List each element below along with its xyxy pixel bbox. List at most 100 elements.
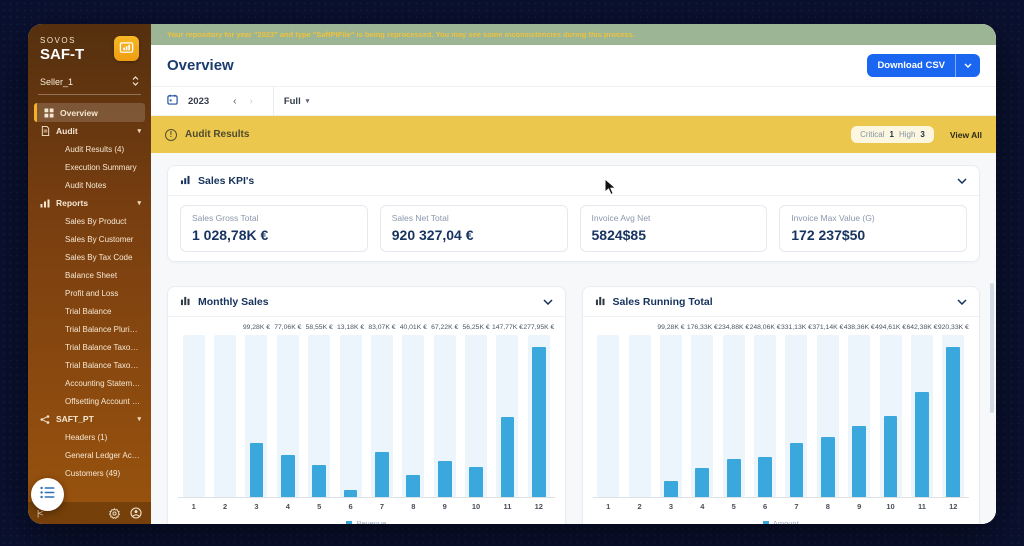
bar[interactable] (532, 347, 546, 497)
bar-column-3[interactable] (241, 333, 272, 497)
sidebar-item-saft-pt[interactable]: SAFT_PT▾ (28, 410, 151, 428)
prev-year-icon[interactable]: ‹ (233, 96, 236, 107)
x-axis-row: 123456789101112 (593, 498, 970, 515)
sidebar-item-headers-1[interactable]: Headers (1) (28, 428, 151, 446)
brand-company: SOVOS (40, 36, 84, 45)
sidebar-item-accounting-statement[interactable]: Accounting Statement (28, 374, 151, 392)
bar[interactable] (758, 457, 772, 497)
bar[interactable] (438, 461, 452, 497)
bar-column-2[interactable] (624, 333, 655, 497)
bar-column-8[interactable] (398, 333, 429, 497)
bar-column-6[interactable] (749, 333, 780, 497)
bar-column-10[interactable] (460, 333, 491, 497)
bar-column-9[interactable] (844, 333, 875, 497)
bar[interactable] (312, 465, 326, 497)
bar[interactable] (946, 347, 960, 497)
bar-column-4[interactable] (687, 333, 718, 497)
sidebar-item-label: Sales By Product (65, 217, 141, 226)
kpi-value: 172 237$50 (791, 227, 955, 243)
sidebar-item-audit-results-4[interactable]: Audit Results (4) (28, 140, 151, 158)
charts-row: Monthly Sales 99,28K €77,06K €58,55K €13… (167, 286, 980, 524)
sidebar-item-label: Trial Balance Taxonomy P... (65, 361, 141, 370)
bar[interactable] (821, 437, 835, 497)
x-axis-label: 3 (655, 502, 686, 511)
sidebar-item-execution-summary[interactable]: Execution Summary (28, 158, 151, 176)
bar-value-label: 40,01K € (398, 324, 429, 331)
bar-column-12[interactable] (938, 333, 969, 497)
bar-value-label: 83,07K € (366, 324, 397, 331)
kpi-card-invoice-avg-net: Invoice Avg Net5824$85 (580, 205, 768, 252)
period-selector[interactable]: Full ▾ (284, 96, 309, 107)
bar[interactable] (501, 417, 515, 497)
sidebar-item-sales-by-customer[interactable]: Sales By Customer (28, 230, 151, 248)
sidebar-item-general-ledger-accounts[interactable]: General Ledger Accounts... (28, 446, 151, 464)
chevron-down-icon[interactable] (956, 63, 980, 68)
bar[interactable] (852, 426, 866, 497)
chart-plot (178, 333, 555, 498)
account-icon[interactable] (130, 507, 142, 519)
bar[interactable] (469, 467, 483, 497)
bar[interactable] (695, 468, 709, 497)
sidebar-item-sales-by-tax-code[interactable]: Sales By Tax Code (28, 248, 151, 266)
bar[interactable] (727, 459, 741, 497)
view-all-button[interactable]: View All (950, 130, 982, 140)
next-year-icon[interactable]: › (249, 96, 252, 107)
bar-column-5[interactable] (718, 333, 749, 497)
bar-column-1[interactable] (593, 333, 624, 497)
sidebar-item-trial-balance-pluriannual[interactable]: Trial Balance Pluriannual (28, 320, 151, 338)
bar-column-10[interactable] (875, 333, 906, 497)
settings-gear-icon[interactable] (109, 508, 120, 519)
chevron-down-icon[interactable] (957, 299, 967, 305)
sidebar-item-audit[interactable]: Audit▾ (28, 122, 151, 140)
bar-column-11[interactable] (906, 333, 937, 497)
sidebar-item-sales-by-product[interactable]: Sales By Product (28, 212, 151, 230)
severity-pill: Critical 1 High 3 (851, 126, 934, 143)
bar-column-11[interactable] (492, 333, 523, 497)
bar-column-6[interactable] (335, 333, 366, 497)
bar[interactable] (406, 475, 420, 497)
sidebar-item-trial-balance-taxonomy[interactable]: Trial Balance Taxonomy (28, 338, 151, 356)
bar-value-label: 56,25K € (460, 324, 491, 331)
year-pager: ‹ › (233, 96, 253, 107)
chevron-down-icon: ▾ (137, 199, 141, 207)
sidebar-item-trial-balance-taxonomy-p[interactable]: Trial Balance Taxonomy P... (28, 356, 151, 374)
bar-column-9[interactable] (429, 333, 460, 497)
bar-column-8[interactable] (812, 333, 843, 497)
x-axis-label: 1 (178, 502, 209, 511)
bar-column-2[interactable] (209, 333, 240, 497)
chevron-down-icon[interactable] (957, 178, 967, 184)
bar-column-1[interactable] (178, 333, 209, 497)
bar-column-7[interactable] (366, 333, 397, 497)
bar[interactable] (375, 452, 389, 497)
year-value[interactable]: 2023 (188, 96, 209, 107)
kpi-label: Invoice Max Value (G) (791, 213, 955, 223)
bar[interactable] (664, 481, 678, 497)
column-highlight-strip (660, 335, 682, 497)
bar-column-12[interactable] (523, 333, 554, 497)
bar-column-4[interactable] (272, 333, 303, 497)
sidebar-item-label: Accounting Statement (65, 379, 141, 388)
chevron-down-icon[interactable] (543, 299, 553, 305)
sidebar-item-balance-sheet[interactable]: Balance Sheet (28, 266, 151, 284)
bar-column-5[interactable] (304, 333, 335, 497)
seller-selector[interactable]: Seller_1 (38, 71, 141, 95)
bar[interactable] (915, 392, 929, 497)
sidebar-item-profit-and-loss[interactable]: Profit and Loss (28, 284, 151, 302)
sidebar-item-trial-balance[interactable]: Trial Balance (28, 302, 151, 320)
bar[interactable] (281, 455, 295, 497)
bar-column-7[interactable] (781, 333, 812, 497)
sidebar-item-audit-notes[interactable]: Audit Notes (28, 176, 151, 194)
download-csv-button[interactable]: Download CSV (867, 54, 980, 77)
bar[interactable] (790, 443, 804, 497)
x-axis-label: 11 (492, 502, 523, 511)
sidebar-item-reports[interactable]: Reports▾ (28, 194, 151, 212)
bar-column-3[interactable] (655, 333, 686, 497)
bar[interactable] (344, 490, 358, 497)
value-labels-row: 99,28K €176,33K €234,88K €248,06K €331,1… (593, 321, 970, 333)
sidebar-item-overview[interactable]: Overview (34, 103, 145, 122)
bar[interactable] (884, 416, 898, 497)
bar[interactable] (250, 443, 264, 497)
scrollbar-thumb[interactable] (990, 283, 994, 413)
sidebar-item-offsetting-account-report[interactable]: Offsetting Account Report (28, 392, 151, 410)
quick-list-button[interactable] (31, 478, 64, 511)
